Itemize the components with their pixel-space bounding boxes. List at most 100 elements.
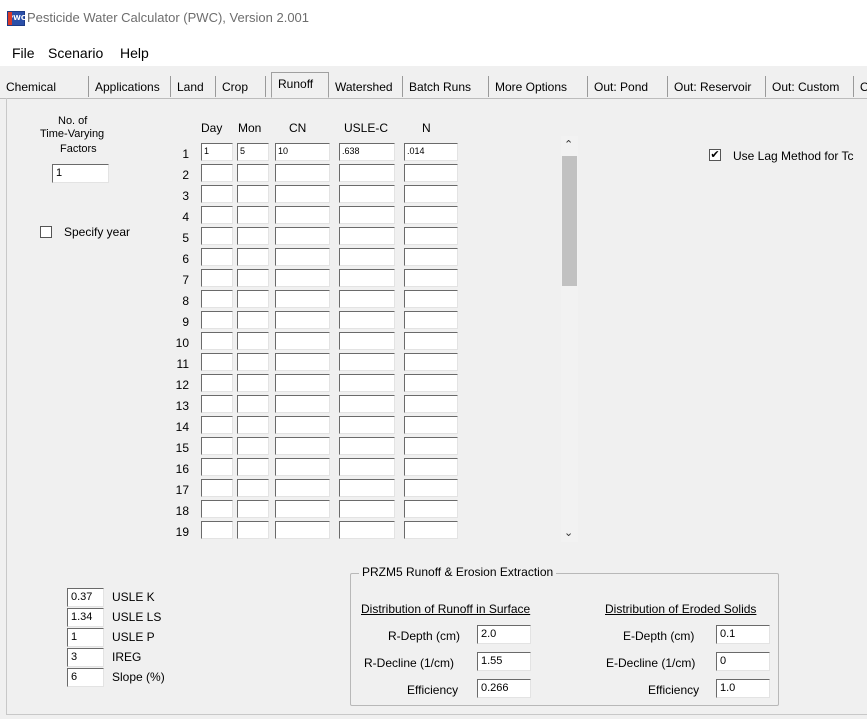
cn-field[interactable] [275,353,330,371]
tab-land[interactable]: Land [171,76,216,97]
menu-scenario[interactable]: Scenario [48,45,103,61]
cn-field[interactable] [275,164,330,182]
day-field[interactable] [201,164,233,182]
tab-applications[interactable]: Applications [89,76,171,97]
tab-batch-runs[interactable]: Batch Runs [403,76,489,97]
cn-field[interactable] [275,500,330,518]
n-field[interactable] [404,311,458,329]
cn-field[interactable] [275,521,330,539]
cn-field[interactable] [275,458,330,476]
mon-field[interactable] [237,395,269,413]
cn-field[interactable] [275,290,330,308]
n-field[interactable] [404,227,458,245]
n-field[interactable] [404,206,458,224]
day-field[interactable] [201,353,233,371]
cn-field[interactable] [275,311,330,329]
r-depth-field[interactable]: 2.0 [477,625,531,644]
mon-field[interactable] [237,332,269,350]
usle-c-field[interactable] [339,416,395,434]
usle-c-field[interactable] [339,353,395,371]
usle-c-field[interactable] [339,227,395,245]
usle-c-field[interactable] [339,374,395,392]
n-field[interactable] [404,521,458,539]
mon-field[interactable] [237,164,269,182]
day-field[interactable] [201,206,233,224]
day-field[interactable] [201,248,233,266]
n-field[interactable] [404,395,458,413]
day-field[interactable] [201,395,233,413]
usle-c-field[interactable] [339,185,395,203]
usle-p-field[interactable]: 1 [67,628,104,647]
usle-c-field[interactable] [339,458,395,476]
tab-runoff[interactable]: Runoff [271,72,329,98]
mon-field[interactable] [237,290,269,308]
mon-field[interactable] [237,206,269,224]
day-field[interactable] [201,458,233,476]
mon-field[interactable] [237,269,269,287]
usle-c-field[interactable] [339,500,395,518]
usle-c-field[interactable] [339,395,395,413]
tab-chemical[interactable]: Chemical [0,76,89,97]
r-decline-field[interactable]: 1.55 [477,652,531,671]
n-field[interactable] [404,332,458,350]
cn-field[interactable] [275,332,330,350]
usle-c-field[interactable] [339,206,395,224]
usle-c-field[interactable] [339,437,395,455]
mon-field[interactable] [237,479,269,497]
mon-field[interactable]: 5 [237,143,269,161]
cn-field[interactable]: 10 [275,143,330,161]
menu-help[interactable]: Help [120,45,149,61]
n-field[interactable] [404,269,458,287]
mon-field[interactable] [237,521,269,539]
mon-field[interactable] [237,416,269,434]
cn-field[interactable] [275,437,330,455]
usle-c-field[interactable] [339,311,395,329]
mon-field[interactable] [237,311,269,329]
cn-field[interactable] [275,248,330,266]
mon-field[interactable] [237,374,269,392]
specify-year-checkbox[interactable] [40,226,52,238]
usle-c-field[interactable] [339,290,395,308]
scroll-down-icon[interactable]: ⌄ [564,526,573,539]
scroll-up-icon[interactable]: ⌃ [564,138,573,151]
day-field[interactable] [201,311,233,329]
grid-scrollbar[interactable]: ⌃ ⌄ [561,136,578,542]
day-field[interactable] [201,479,233,497]
n-field[interactable] [404,437,458,455]
n-field[interactable] [404,458,458,476]
tab-out-pond[interactable]: Out: Pond [588,76,668,97]
n-field[interactable] [404,479,458,497]
menu-file[interactable]: File [12,45,35,61]
cn-field[interactable] [275,185,330,203]
tab-crop[interactable]: Crop [216,76,266,97]
mon-field[interactable] [237,227,269,245]
mon-field[interactable] [237,458,269,476]
usle-c-field[interactable] [339,479,395,497]
cn-field[interactable] [275,374,330,392]
day-field[interactable] [201,332,233,350]
n-field[interactable]: .014 [404,143,458,161]
usle-c-field[interactable] [339,248,395,266]
n-field[interactable] [404,185,458,203]
mon-field[interactable] [237,248,269,266]
factors-count-field[interactable]: 1 [52,164,109,183]
day-field[interactable] [201,290,233,308]
n-field[interactable] [404,248,458,266]
cn-field[interactable] [275,416,330,434]
cn-field[interactable] [275,227,330,245]
usle-k-field[interactable]: 0.37 [67,588,104,607]
mon-field[interactable] [237,185,269,203]
n-field[interactable] [404,374,458,392]
n-field[interactable] [404,416,458,434]
tab-truncated[interactable]: Ou [854,76,867,97]
day-field[interactable] [201,374,233,392]
usle-c-field[interactable] [339,269,395,287]
n-field[interactable] [404,353,458,371]
e-decline-field[interactable]: 0 [716,652,770,671]
n-field[interactable] [404,500,458,518]
tab-watershed[interactable]: Watershed [329,76,403,97]
tab-out-reservoir[interactable]: Out: Reservoir [668,76,766,97]
day-field[interactable] [201,416,233,434]
day-field[interactable] [201,269,233,287]
e-depth-field[interactable]: 0.1 [716,625,770,644]
